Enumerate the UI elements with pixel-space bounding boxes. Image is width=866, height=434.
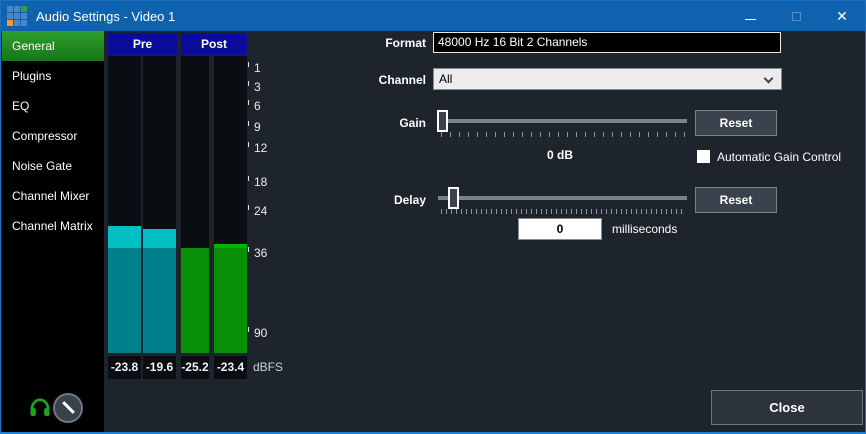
- pre-meter-reading-2: -19.6: [143, 356, 176, 379]
- pre-meter-level-bar: [108, 248, 141, 353]
- pre-meter-header: Pre: [108, 33, 177, 55]
- headphones-icon[interactable]: [29, 398, 51, 418]
- format-field: 48000 Hz 16 Bit 2 Channels: [433, 32, 781, 53]
- pre-meter-peak-bar: [143, 229, 176, 248]
- meter-unit-label: dBFS: [253, 360, 283, 374]
- sidebar-item-noise-gate[interactable]: Noise Gate: [2, 151, 104, 181]
- maximize-button-icon[interactable]: [773, 1, 819, 31]
- channel-label: Channel: [331, 73, 426, 87]
- chevron-down-icon: [764, 74, 774, 84]
- delay-slider-ticks: [441, 209, 684, 214]
- audio-settings-window: Audio Settings - Video 1 ✕ General Plugi…: [0, 0, 866, 434]
- channel-selected-value: All: [439, 72, 452, 86]
- pre-meter-channel-2: [143, 56, 176, 353]
- delay-reset-button[interactable]: Reset: [695, 187, 777, 213]
- meter-scale-label: 6: [254, 99, 261, 113]
- post-meter-channel-1: [181, 56, 209, 353]
- sidebar-item-plugins[interactable]: Plugins: [2, 61, 104, 91]
- pre-meter-reading-1: -23.8: [108, 356, 141, 379]
- sidebar-item-channel-matrix[interactable]: Channel Matrix: [2, 211, 104, 241]
- delay-slider-track[interactable]: [438, 196, 687, 200]
- pre-meter-channel-1: [108, 56, 141, 353]
- pre-meter-peak-bar: [108, 226, 141, 248]
- knob-indicator: [62, 401, 75, 414]
- pre-meter-level-bar: [143, 248, 176, 353]
- meter-scale-label: 18: [254, 175, 267, 189]
- sidebar-item-channel-mixer[interactable]: Channel Mixer: [2, 181, 104, 211]
- post-meter-channel-2: [214, 56, 247, 353]
- delay-milliseconds-input[interactable]: 0: [518, 218, 602, 240]
- sidebar-item-compressor[interactable]: Compressor: [2, 121, 104, 151]
- post-meter-level-bar: [214, 248, 247, 353]
- gain-slider-thumb[interactable]: [437, 110, 448, 132]
- gain-slider-ticks: [441, 132, 686, 137]
- post-meter-header: Post: [181, 33, 247, 55]
- meter-scale-label: 9: [254, 120, 261, 134]
- post-meter-reading-2: -23.4: [214, 356, 247, 379]
- meter-scale-label: 3: [254, 80, 261, 94]
- window-title: Audio Settings - Video 1: [36, 9, 175, 24]
- gain-slider-track[interactable]: [438, 119, 687, 123]
- delay-slider-thumb[interactable]: [448, 187, 459, 209]
- sidebar-item-eq[interactable]: EQ: [2, 91, 104, 121]
- meter-scale-label: 90: [254, 326, 267, 340]
- meter-scale-label: 36: [254, 246, 267, 260]
- gain-value-label: 0 dB: [433, 148, 687, 162]
- headphones-volume-knob[interactable]: [53, 393, 83, 423]
- channel-select[interactable]: All: [433, 68, 782, 90]
- titlebar: Audio Settings - Video 1 ✕: [1, 1, 865, 31]
- sidebar-item-general[interactable]: General: [2, 31, 104, 61]
- delay-label: Delay: [331, 193, 426, 207]
- minimize-button-icon[interactable]: [727, 1, 773, 31]
- close-button[interactable]: Close: [711, 390, 863, 425]
- close-button-icon[interactable]: ✕: [819, 1, 865, 31]
- meter-scale-label: 1: [254, 61, 261, 75]
- gain-reset-button[interactable]: Reset: [695, 110, 777, 136]
- app-logo-icon: [7, 6, 27, 26]
- post-meter-level-bar: [181, 248, 209, 353]
- meter-scale-label: 24: [254, 204, 267, 218]
- post-meter-reading-1: -25.2: [181, 356, 209, 379]
- meter-scale-label: 12: [254, 141, 267, 155]
- delay-unit-label: milliseconds: [612, 222, 677, 236]
- format-label: Format: [331, 36, 426, 50]
- sidebar: General Plugins EQ Compressor Noise Gate…: [2, 31, 104, 433]
- gain-label: Gain: [331, 116, 426, 130]
- automatic-gain-control-label: Automatic Gain Control: [717, 150, 841, 164]
- automatic-gain-control-checkbox[interactable]: [697, 150, 710, 163]
